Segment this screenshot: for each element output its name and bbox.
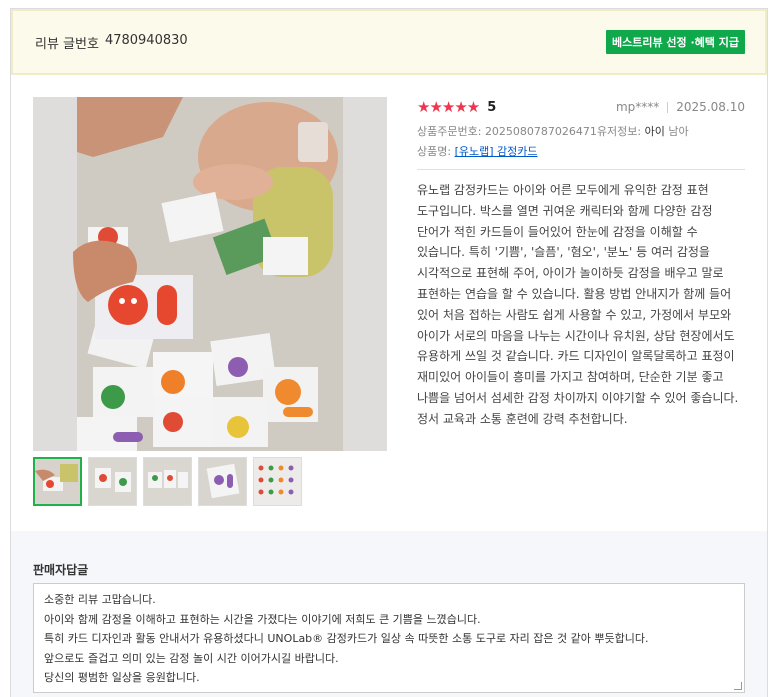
user-info-value: 아이: [644, 125, 665, 138]
best-review-badge: 베스트리뷰 선정 ·혜택 지급: [606, 30, 745, 54]
product-link[interactable]: [유노랩] 감정카드: [455, 145, 538, 158]
order-number-label: 상품주문번호:: [417, 125, 482, 138]
rating-row: ★★★★★ 5 mp**** 2025.08.10: [417, 97, 745, 117]
seller-reply-line: 당신의 평범한 일상을 응원합니다.: [44, 671, 200, 684]
user-info-extra: 남아: [668, 125, 689, 138]
review-number-value: 4780940830: [104, 32, 188, 48]
thumbnail-4[interactable]: [198, 457, 247, 506]
order-info: 상품주문번호: 2025080787026471유저정보: 아이 남아: [417, 123, 745, 139]
divider: [417, 169, 745, 170]
seller-reply-line: 특히 카드 디자인과 활동 안내서가 유용하셨다니 UNOLab® 감정카드가 …: [44, 632, 649, 645]
seller-reply-section: 판매자답글 소중한 리뷰 고맙습니다. 아이와 함께 감정을 이해하고 표현하는…: [11, 531, 767, 697]
review-card: 리뷰 글번호 4780940830 베스트리뷰 선정 ·혜택 지급 ★★★★★ …: [10, 8, 768, 697]
review-number: 리뷰 글번호 4780940830: [35, 33, 188, 52]
photo-illustration: [33, 97, 387, 451]
review-info: ★★★★★ 5 mp**** 2025.08.10 상품주문번호: 202508…: [417, 97, 745, 430]
product-info: 상품명: [유노랩] 감정카드: [417, 143, 745, 159]
review-number-label: 리뷰 글번호: [35, 36, 99, 52]
thumbnail-1[interactable]: [33, 457, 82, 506]
star-rating-icon: ★★★★★: [417, 98, 480, 116]
review-header: 리뷰 글번호 4780940830 베스트리뷰 선정 ·혜택 지급: [11, 9, 767, 75]
seller-reply-line: 앞으로도 즐겁고 의미 있는 감정 놀이 시간 이어가시길 바랍니다.: [44, 651, 339, 665]
thumbnail-2[interactable]: [88, 457, 137, 506]
thumbnail-3[interactable]: [143, 457, 192, 506]
reviewer-id: mp****: [615, 100, 660, 114]
photo-thumbnails: [33, 457, 302, 506]
review-meta: mp**** 2025.08.10: [616, 100, 745, 114]
user-info-label: 유저정보:: [596, 125, 642, 138]
seller-reply-title: 판매자답글: [33, 563, 89, 577]
seller-reply-textarea[interactable]: 소중한 리뷰 고맙습니다. 아이와 함께 감정을 이해하고 표현하는 시간을 가…: [33, 583, 745, 693]
rating-score: 5: [487, 99, 497, 115]
review-body: 유노랩 감정카드는 아이와 어른 모두에게 유익한 감정 표현 도구입니다. 박…: [417, 183, 739, 426]
resize-handle-icon[interactable]: [734, 682, 742, 690]
seller-reply-line: 소중한 리뷰 고맙습니다.: [44, 593, 156, 606]
main-review-photo[interactable]: [33, 97, 387, 451]
seller-reply-line: 아이와 함께 감정을 이해하고 표현하는 시간을 가졌다는 이야기에 저희도 큰…: [44, 612, 481, 626]
order-number-value: 2025080787026471: [484, 125, 597, 138]
meta-divider: [667, 101, 669, 113]
thumbnail-5[interactable]: [253, 457, 302, 506]
product-label: 상품명:: [417, 145, 452, 158]
review-date: 2025.08.10: [676, 100, 745, 114]
